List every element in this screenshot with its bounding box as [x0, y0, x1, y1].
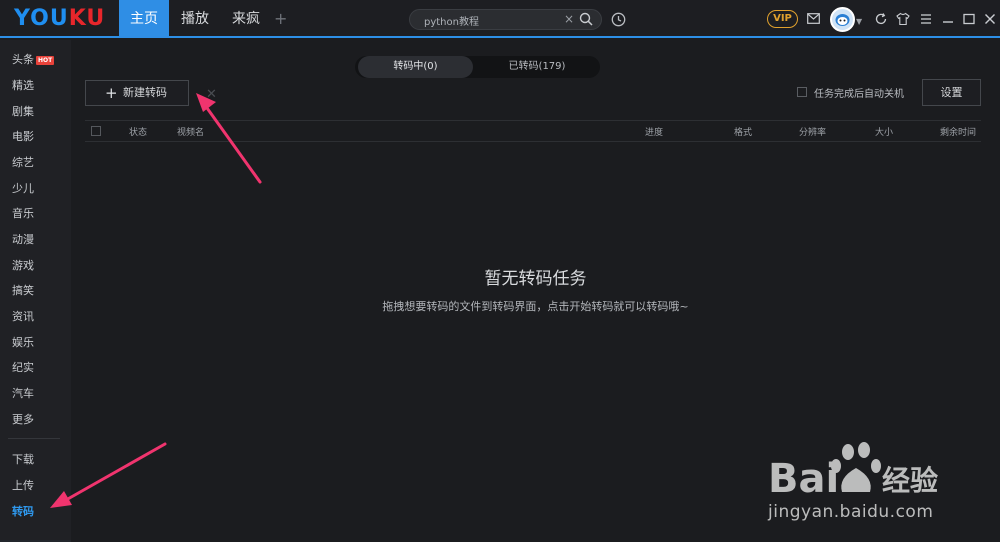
maximize-icon[interactable]: [962, 12, 976, 26]
sidebar-item-series[interactable]: 剧集: [12, 104, 34, 120]
search-box[interactable]: python教程 ×: [409, 9, 602, 30]
tab-transcoding[interactable]: 转码中(0): [358, 56, 473, 78]
user-avatar[interactable]: [830, 7, 855, 32]
search-icon[interactable]: [579, 12, 593, 26]
new-transcode-label: 新建转码: [123, 86, 167, 99]
search-input[interactable]: python教程: [424, 13, 479, 28]
task-table-header: 状态 视频名 进度 格式 分辨率 大小 剩余时间: [85, 120, 981, 142]
empty-state-title: 暂无转码任务: [484, 269, 587, 289]
add-tab-icon[interactable]: +: [274, 9, 287, 28]
column-remaining-time[interactable]: 剩余时间: [940, 125, 976, 138]
minimize-icon[interactable]: [941, 12, 955, 26]
sidebar-item-upload[interactable]: 上传: [12, 478, 34, 494]
watermark-brand: Bai: [768, 456, 839, 502]
logo-part-2: KU: [68, 6, 106, 31]
settings-button[interactable]: 设置: [922, 79, 981, 106]
sidebar-item-games[interactable]: 游戏: [12, 258, 34, 274]
baidu-jingyan-watermark: Bai 经验 jingyan.baidu.com: [768, 440, 968, 530]
top-bar: YOUKU 主页 播放 来疯 + python教程 × VIP ▼: [0, 0, 1000, 38]
sidebar-item-toutiao[interactable]: 头条: [12, 52, 34, 68]
watermark-url: jingyan.baidu.com: [768, 502, 934, 522]
sidebar-item-documentary[interactable]: 纪实: [12, 360, 34, 376]
youku-logo[interactable]: YOUKU: [14, 7, 105, 31]
vip-badge[interactable]: VIP: [767, 10, 798, 28]
tab-play[interactable]: 播放: [173, 0, 217, 38]
refresh-icon[interactable]: [874, 12, 888, 26]
mail-icon[interactable]: [807, 13, 820, 24]
tab-laifeng[interactable]: 来疯: [224, 0, 268, 38]
sidebar-divider: [8, 438, 60, 439]
plus-icon: +: [105, 84, 118, 102]
column-status[interactable]: 状态: [129, 125, 147, 138]
delete-x-icon[interactable]: ✕: [206, 87, 217, 102]
logo-part-1: YOU: [14, 6, 69, 31]
sidebar-item-auto[interactable]: 汽车: [12, 386, 34, 402]
sidebar-item-funny[interactable]: 搞笑: [12, 283, 34, 299]
column-size[interactable]: 大小: [875, 125, 893, 138]
transcode-segment-control: 转码中(0) 已转码(179): [355, 56, 600, 78]
tab-transcoded[interactable]: 已转码(179): [477, 56, 597, 78]
new-transcode-button[interactable]: + 新建转码: [85, 80, 189, 106]
column-progress[interactable]: 进度: [645, 125, 663, 138]
select-all-checkbox[interactable]: [91, 126, 101, 136]
sidebar-item-kids[interactable]: 少儿: [12, 181, 34, 197]
sidebar-item-anime[interactable]: 动漫: [12, 232, 34, 248]
auto-shutdown-checkbox[interactable]: [797, 87, 807, 97]
column-resolution[interactable]: 分辨率: [799, 125, 826, 138]
sidebar: 头条 HOT 精选 剧集 电影 综艺 少儿 音乐 动漫 游戏 搞笑 资讯 娱乐 …: [0, 40, 71, 542]
close-icon[interactable]: [983, 12, 997, 26]
avatar-face-icon: [832, 9, 853, 30]
auto-shutdown-label: 任务完成后自动关机: [814, 89, 904, 100]
sidebar-item-entertainment[interactable]: 娱乐: [12, 335, 34, 351]
chevron-down-icon[interactable]: ▼: [856, 17, 862, 26]
sidebar-item-music[interactable]: 音乐: [12, 206, 34, 222]
empty-state-description: 拖拽想要转码的文件到转码界面，点击开始转码就可以转码哦~: [382, 300, 689, 313]
menu-icon[interactable]: [919, 12, 933, 26]
history-clock-icon[interactable]: [611, 12, 626, 27]
sidebar-item-transcode[interactable]: 转码: [12, 504, 34, 520]
sidebar-item-download[interactable]: 下载: [12, 452, 34, 468]
clear-search-icon[interactable]: ×: [564, 12, 574, 26]
skin-shirt-icon[interactable]: [896, 12, 910, 26]
column-format[interactable]: 格式: [734, 125, 752, 138]
sidebar-item-movies[interactable]: 电影: [12, 129, 34, 145]
tab-home[interactable]: 主页: [119, 0, 169, 38]
sidebar-item-variety[interactable]: 综艺: [12, 155, 34, 171]
baidu-paw-logo-icon: Bai 经验: [768, 442, 938, 502]
watermark-brand-cn: 经验: [882, 464, 938, 497]
sidebar-item-more[interactable]: 更多: [12, 412, 34, 428]
sidebar-item-news[interactable]: 资讯: [12, 309, 34, 325]
hot-badge: HOT: [36, 56, 55, 65]
sidebar-item-featured[interactable]: 精选: [12, 78, 34, 94]
column-video-name[interactable]: 视频名: [177, 125, 204, 138]
